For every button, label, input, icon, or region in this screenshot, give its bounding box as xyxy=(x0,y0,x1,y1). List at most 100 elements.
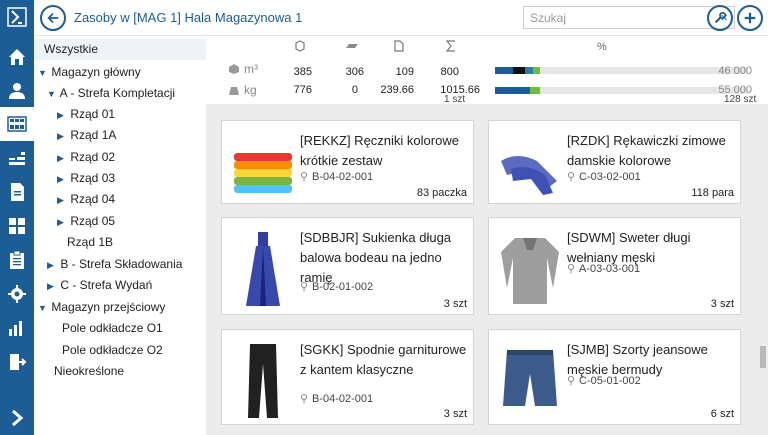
tree-item-label: C - Strefa Wydań xyxy=(60,278,153,292)
product-qty: 3 szt xyxy=(443,408,467,420)
location-code: B-04-02-001 xyxy=(312,393,374,405)
back-button[interactable] xyxy=(40,5,66,31)
capacity-segment xyxy=(495,87,531,94)
tree-item-rzad-04[interactable]: ▶ Rząd 04 xyxy=(57,189,115,210)
tree-item-rzad-05[interactable]: ▶ Rząd 05 xyxy=(57,211,115,232)
header-bar: Zasoby w [MAG 1] Hala Magazynowa 1 × xyxy=(34,0,768,36)
gear-icon[interactable] xyxy=(0,277,34,311)
tools-button[interactable] xyxy=(707,5,733,31)
location-pin-icon: ⚲ xyxy=(567,263,576,275)
product-card[interactable]: [SJMB] Szorty jeansowe męskie bermudy ⚲ C… xyxy=(488,329,741,425)
product-qty: 3 szt xyxy=(443,298,467,310)
product-card[interactable]: [REKKZ] Ręczniki kolorowe krótkie zestaw… xyxy=(221,120,474,204)
box-icon xyxy=(295,40,305,52)
product-card[interactable]: [SGKK] Spodnie garniturowe z kantem klas… xyxy=(221,329,474,425)
weight-icon xyxy=(229,87,239,95)
tree-item-label: Magazyn przejściowy xyxy=(51,300,166,314)
product-grid: [REKKZ] Ręczniki kolorowe krótkie zestaw… xyxy=(206,104,768,435)
home-icon[interactable] xyxy=(0,40,34,74)
users-icon[interactable] xyxy=(0,74,34,108)
nav-rail xyxy=(0,0,34,435)
page-title: Zasoby w [MAG 1] Hala Magazynowa 1 xyxy=(74,10,303,25)
expand-arrow-icon[interactable]: ▶ xyxy=(57,169,67,190)
capacity-bar xyxy=(495,67,747,74)
product-card[interactable]: [RZDK] Rękawiczki zimowe damskie kolorow… xyxy=(488,120,741,204)
capacity-segment xyxy=(530,87,541,94)
location-code: B-02-01-002 xyxy=(312,281,374,293)
tree-item-label: A - Strefa Kompletacji xyxy=(59,86,176,100)
unit-label: m³ xyxy=(244,62,258,76)
stat-value: 306 xyxy=(345,66,364,78)
product-qty: 118 para xyxy=(691,187,734,199)
tree-item-pole-o2[interactable]: Pole odkładcze O2 xyxy=(62,340,163,361)
product-name: [SGKK] Spodnie garniturowe z kantem klas… xyxy=(300,342,467,377)
expand-arrow-icon[interactable]: ▼ xyxy=(38,298,48,319)
stat-value: 776 xyxy=(293,84,312,96)
warehouse-grid-icon[interactable] xyxy=(0,107,34,141)
expand-arrow-icon[interactable]: ▶ xyxy=(47,276,57,297)
product-location: ⚲ C-03-02-001 xyxy=(567,170,641,183)
search-input[interactable] xyxy=(524,7,704,28)
expand-arrow-icon[interactable]: ▶ xyxy=(57,105,67,126)
stat-value: 0 xyxy=(351,84,358,96)
barcode-icon[interactable] xyxy=(0,141,34,175)
location-pin-icon: ⚲ xyxy=(300,393,309,405)
capacity-segment xyxy=(525,67,533,74)
document-icon[interactable] xyxy=(0,175,34,209)
wrench-icon xyxy=(714,11,727,24)
product-location: ⚲ A-03-03-001 xyxy=(567,262,640,275)
product-qty: 83 paczka xyxy=(416,187,467,199)
product-name: [RZDK] Rękawiczki zimowe damskie kolorow… xyxy=(567,133,726,168)
location-pin-icon: ⚲ xyxy=(567,375,576,387)
tree-item-magazyn-glowny[interactable]: ▼ Magazyn główny xyxy=(38,62,141,83)
tree-item-rzad-01[interactable]: ▶ Rząd 01 xyxy=(57,104,115,125)
tree-item-rzad-02[interactable]: ▶ Rząd 02 xyxy=(57,147,115,168)
tree-item-pole-o1[interactable]: Pole odkładcze O1 xyxy=(62,318,163,339)
expand-arrow-icon[interactable]: ▼ xyxy=(47,84,57,105)
expand-arrow-icon[interactable]: ▶ xyxy=(57,148,67,169)
expand-arrow-icon[interactable]: ▶ xyxy=(57,126,67,147)
stat-value: 800 xyxy=(440,66,459,78)
tree-item-rzad-1a[interactable]: ▶ Rząd 1A xyxy=(57,125,116,146)
capacity-segment xyxy=(532,67,541,74)
bar-chart-icon[interactable] xyxy=(0,311,34,345)
tree-item-strefa-c[interactable]: ▶ C - Strefa Wydań xyxy=(47,275,152,296)
chevron-right-icon[interactable] xyxy=(0,401,34,435)
capacity-segment xyxy=(495,67,513,74)
logo-icon[interactable] xyxy=(0,0,34,34)
tree-item-all[interactable]: Wszystkie xyxy=(34,39,206,60)
stat-value: 239.66 xyxy=(380,84,414,96)
product-card[interactable]: [SDBBJR] Sukienka długa balowa bodeau na… xyxy=(221,217,474,315)
location-tree: Wszystkie ▼ Magazyn główny ▼ A - Strefa … xyxy=(34,36,206,435)
page-icon xyxy=(394,40,404,52)
capacity-bar xyxy=(495,87,747,94)
cube-icon xyxy=(229,64,239,74)
location-code: C-03-02-001 xyxy=(579,171,641,183)
clipboard-icon[interactable] xyxy=(0,243,34,277)
expand-arrow-icon[interactable]: ▼ xyxy=(38,63,48,84)
tree-item-strefa-a[interactable]: ▼ A - Strefa Kompletacji xyxy=(47,83,175,104)
tree-item-rzad-03[interactable]: ▶ Rząd 03 xyxy=(57,168,115,189)
tree-item-label: Rząd 1A xyxy=(70,128,117,142)
product-location: ⚲ C-05-01-002 xyxy=(567,374,641,387)
tiles-icon[interactable] xyxy=(0,209,34,243)
tree-item-label: Magazyn główny xyxy=(51,65,141,79)
product-location: ⚲ B-04-02-001 xyxy=(300,392,373,405)
exit-icon[interactable] xyxy=(0,345,34,379)
product-card[interactable]: [SDWM] Sweter długi wełniany męski ⚲ A-03… xyxy=(488,217,741,315)
tree-item-nieokreslone[interactable]: Nieokreślone xyxy=(54,361,124,382)
sum-icon xyxy=(446,40,455,52)
shorts-image xyxy=(503,350,557,406)
product-location: ⚲ B-04-02-001 xyxy=(300,170,373,183)
capacity-total: 46 000 xyxy=(718,65,752,77)
scrollbar-thumb[interactable] xyxy=(760,346,766,368)
expand-arrow-icon[interactable]: ▶ xyxy=(47,255,57,276)
tree-item-label: Rząd 01 xyxy=(70,107,116,121)
tree-item-strefa-b[interactable]: ▶ B - Strefa Składowania xyxy=(47,254,182,275)
expand-arrow-icon[interactable]: ▶ xyxy=(57,212,67,233)
add-button[interactable] xyxy=(737,5,763,31)
tree-item-rzad-1b[interactable]: Rząd 1B xyxy=(67,232,113,253)
expand-arrow-icon[interactable]: ▶ xyxy=(57,190,67,211)
tree-item-magazyn-przejsciowy[interactable]: ▼ Magazyn przejściowy xyxy=(38,297,165,318)
location-code: B-04-02-001 xyxy=(312,171,374,183)
